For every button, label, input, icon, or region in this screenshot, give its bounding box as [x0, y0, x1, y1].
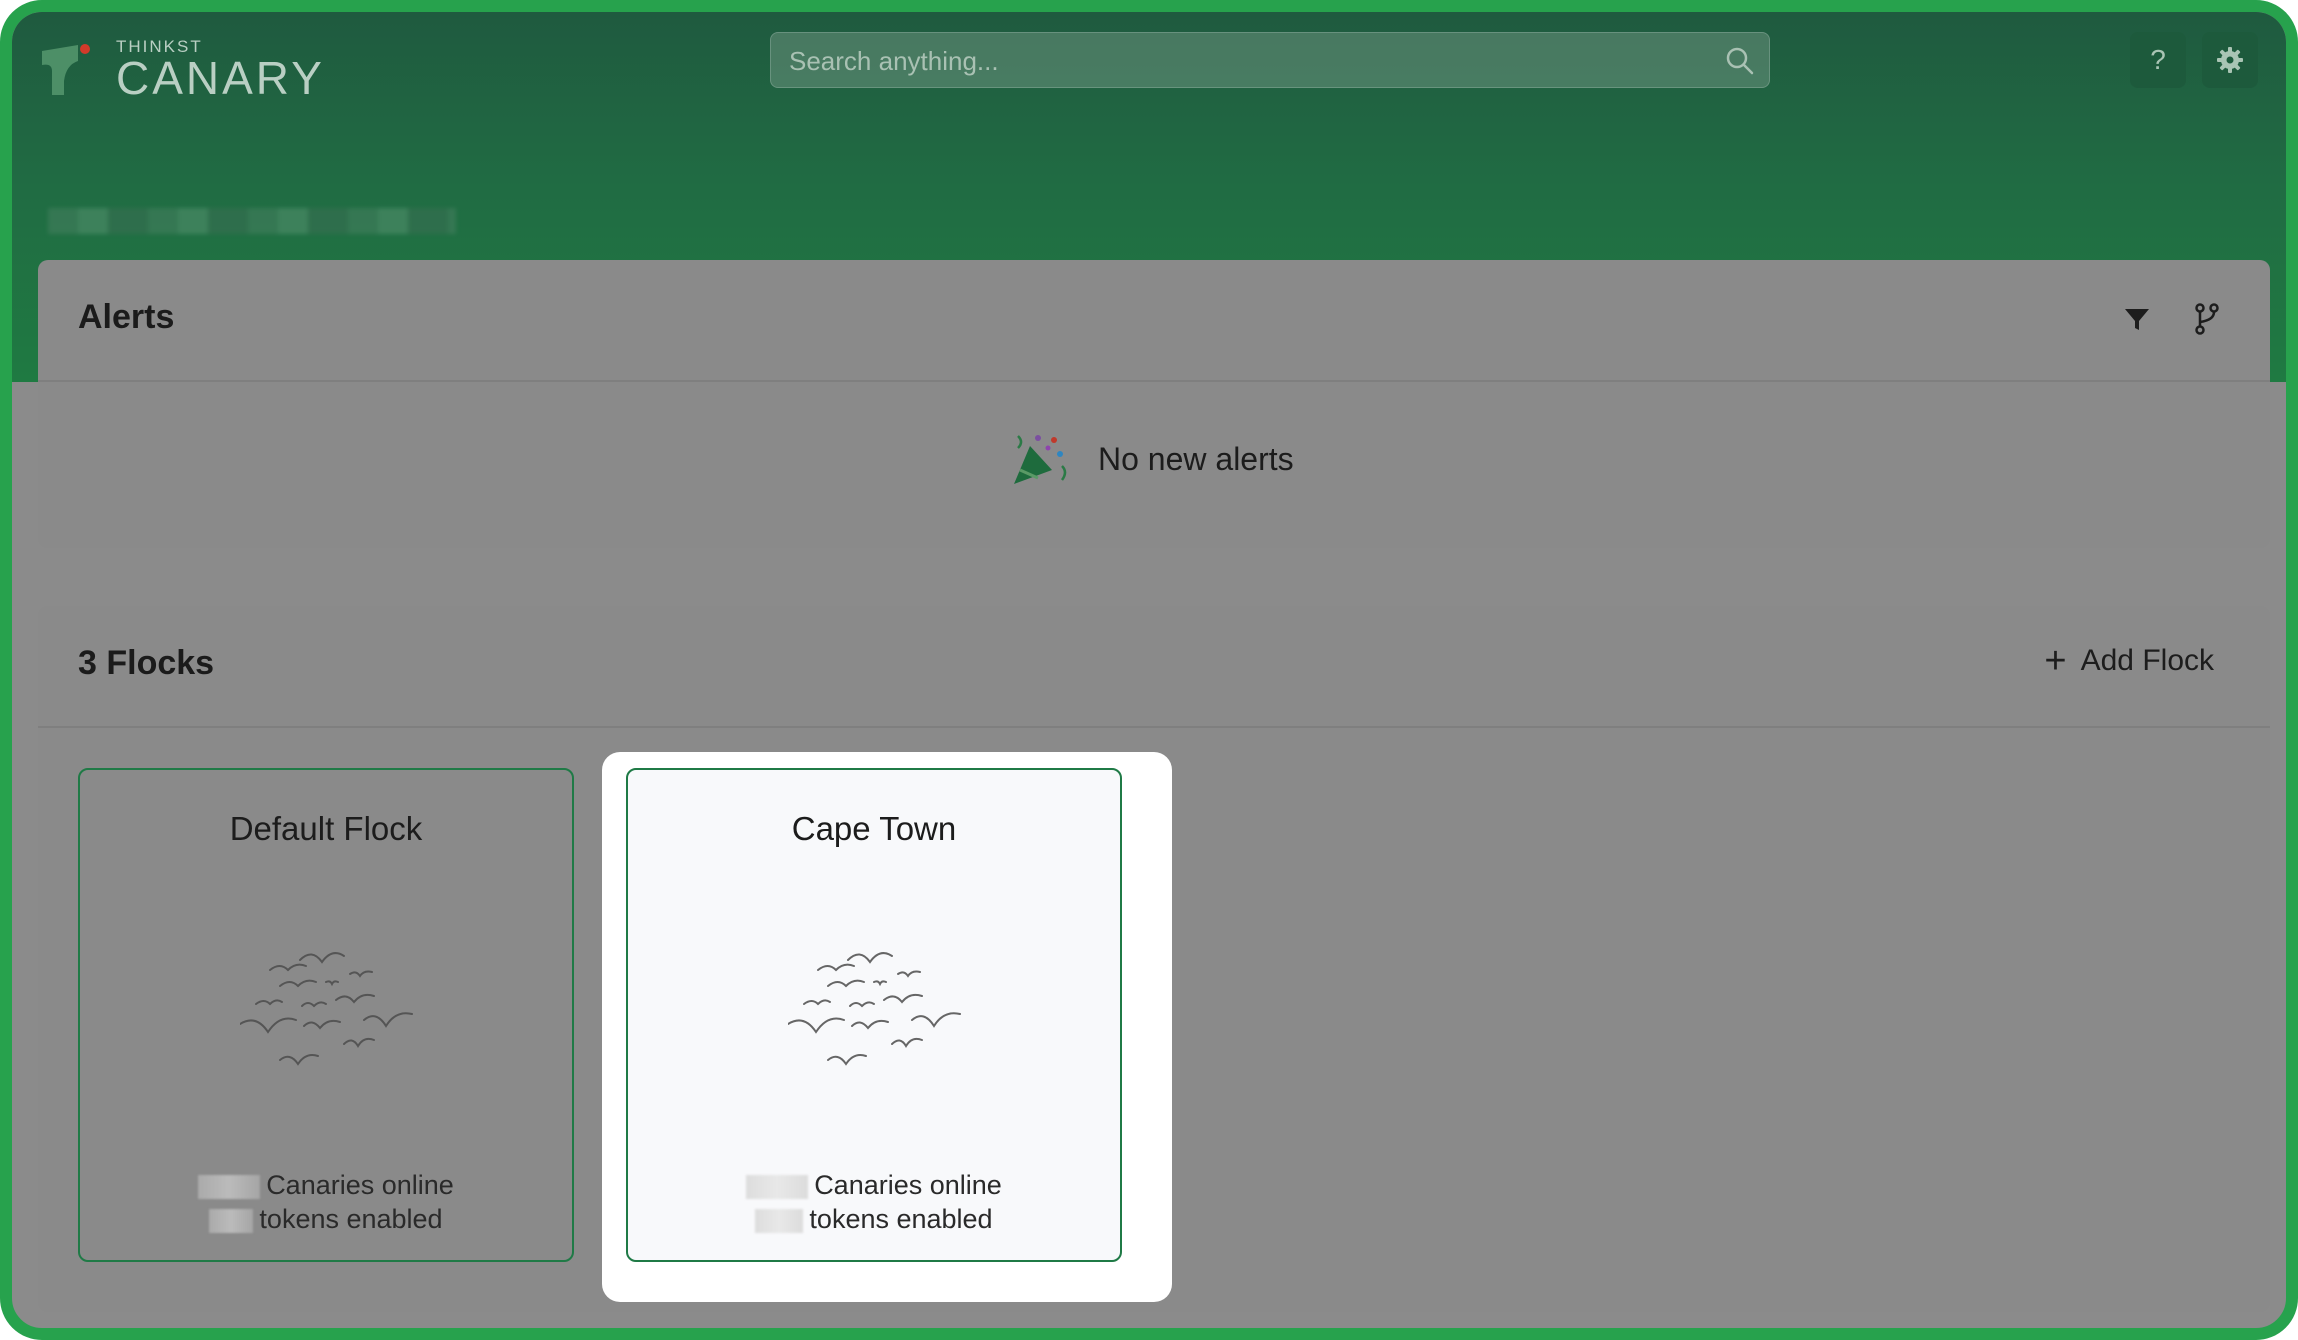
- app-window: THINKST CANARY ?: [0, 0, 2298, 1340]
- tokens-enabled-stat: tokens enabled: [628, 1204, 1120, 1235]
- plus-icon: +: [2044, 640, 2067, 682]
- birds-icon: [788, 952, 961, 1066]
- settings-button[interactable]: [2202, 32, 2258, 88]
- filter-icon[interactable]: [2122, 304, 2152, 334]
- add-flock-button[interactable]: + Add Flock: [2044, 640, 2214, 682]
- flocks-title: 3 Flocks: [78, 644, 215, 682]
- alerts-title: Alerts: [78, 298, 175, 336]
- canaries-online-stat: Canaries online: [628, 1170, 1120, 1201]
- search-icon[interactable]: [1725, 46, 1755, 76]
- search-bar[interactable]: [770, 32, 1770, 89]
- branch-icon[interactable]: [2192, 302, 2222, 336]
- help-icon: ?: [2150, 44, 2166, 75]
- birds-icon: [240, 952, 413, 1066]
- add-flock-label: Add Flock: [2080, 644, 2214, 677]
- alerts-panel: Alerts No new alerts: [38, 260, 2270, 548]
- redacted-count: [755, 1208, 804, 1233]
- tokens-enabled-stat: tokens enabled: [80, 1204, 572, 1235]
- no-alerts-text: No new alerts: [1098, 440, 1294, 477]
- redacted-count: [209, 1208, 254, 1233]
- party-popper-icon: [1014, 435, 1067, 484]
- flock-card-cape-town[interactable]: Cape Town Canaries online tokens enabled: [626, 768, 1122, 1262]
- search-input[interactable]: [787, 33, 1691, 89]
- canary-logo-icon: [38, 41, 94, 97]
- redacted-count: [198, 1174, 261, 1199]
- canary-logo[interactable]: THINKST CANARY: [38, 34, 325, 104]
- flock-name: Default Flock: [229, 810, 423, 847]
- help-button[interactable]: ?: [2130, 32, 2186, 88]
- no-alerts-message: No new alerts: [1008, 430, 1294, 488]
- redacted-count: [746, 1174, 809, 1199]
- flock-card-default[interactable]: Default Flock Canaries online tokens ena…: [78, 768, 574, 1262]
- flock-name: Cape Town: [791, 810, 957, 847]
- gear-icon: [2217, 47, 2243, 73]
- canaries-online-stat: Canaries online: [80, 1170, 572, 1201]
- logo-title: CANARY: [116, 52, 325, 104]
- redacted-console-name: [48, 208, 456, 234]
